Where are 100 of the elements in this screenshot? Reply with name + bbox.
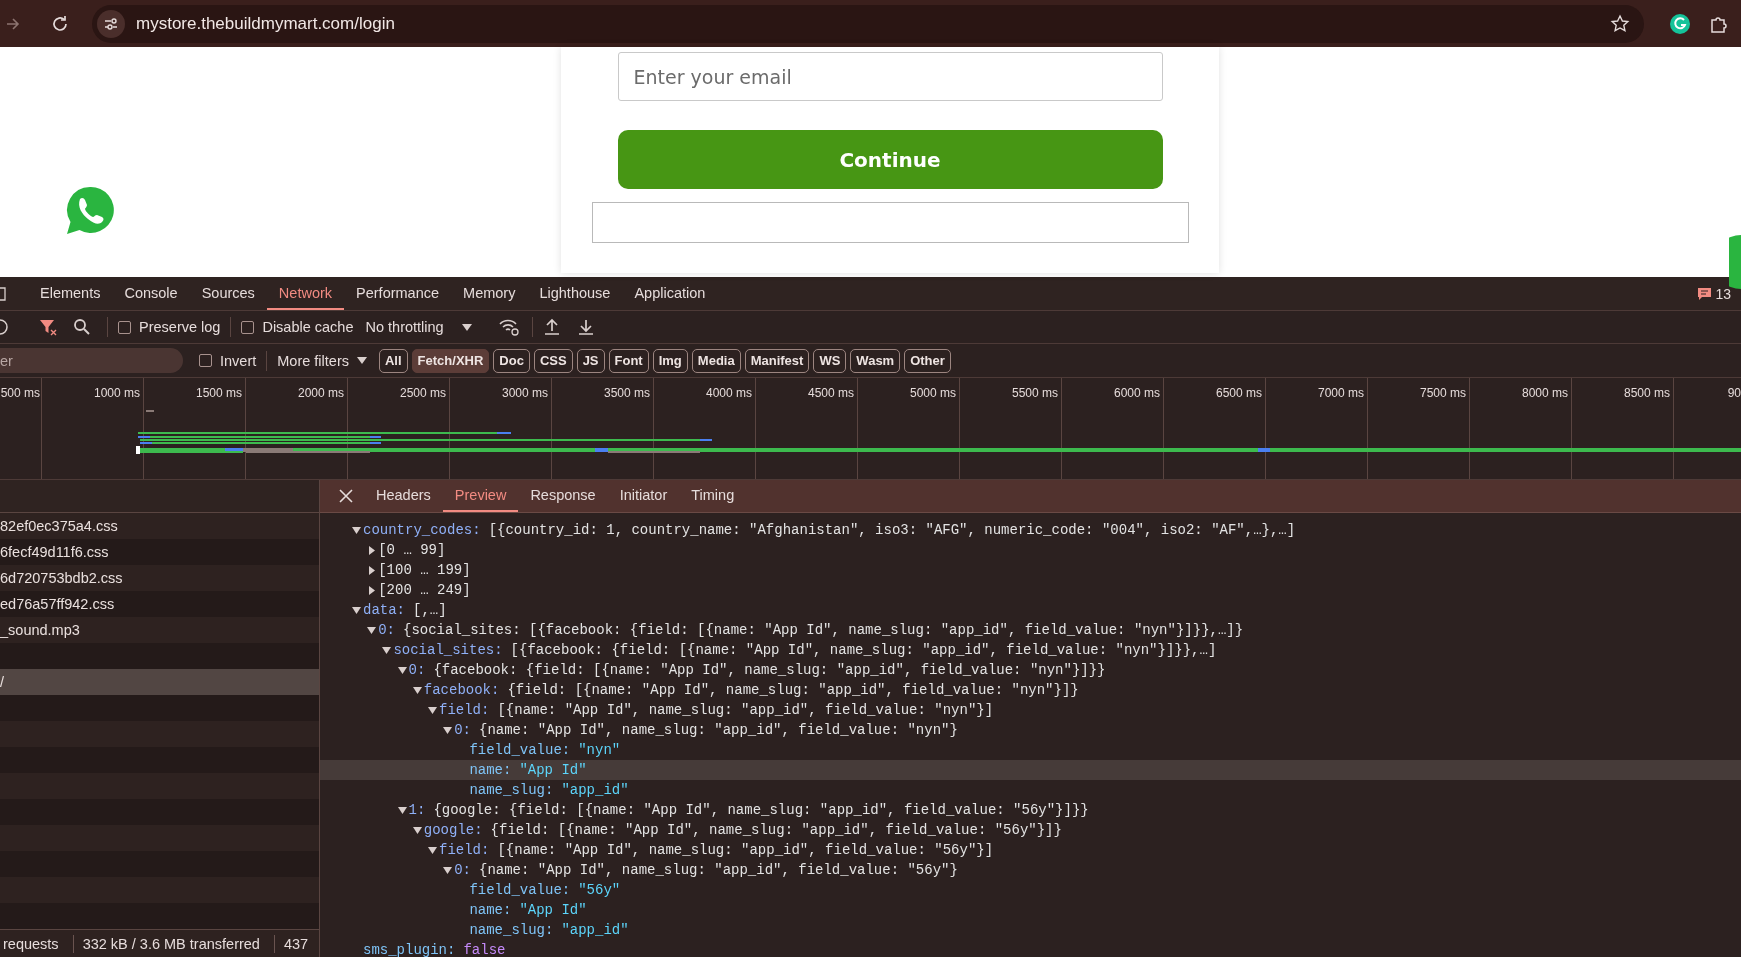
expanded-arrow-icon[interactable] <box>427 705 439 715</box>
tree-row[interactable]: name_slug: "app_id" <box>320 920 1741 940</box>
expanded-arrow-icon[interactable] <box>366 625 379 635</box>
panel-tab[interactable]: Sources <box>189 277 267 310</box>
detail-tab[interactable]: Initiator <box>607 480 680 512</box>
preserve-log-checkbox-label[interactable]: Preserve log <box>139 319 221 335</box>
tree-row[interactable]: 0: {name: "App Id", name_slug: "app_id", field_value: "56y"} <box>320 860 1741 880</box>
panel-tab[interactable]: Elements <box>28 277 113 310</box>
filter-icon[interactable] <box>39 318 57 336</box>
expanded-arrow-icon[interactable] <box>411 685 424 695</box>
checkbox[interactable] <box>241 320 255 334</box>
tree-row[interactable]: 1: {google: {field: [{name: "App Id", name_slug: "app_id", field_value: "56y"}]}} <box>320 800 1741 820</box>
download-icon[interactable] <box>576 318 595 336</box>
tree-row[interactable]: field_value: "nyn" <box>320 740 1741 760</box>
detail-tab[interactable]: Response <box>518 480 608 512</box>
tree-row[interactable]: name: "App Id" <box>320 760 1741 780</box>
type-filter-chip[interactable]: All <box>379 348 408 373</box>
range-label: [0 … 99] <box>378 542 446 558</box>
tree-row[interactable]: name: "App Id" <box>320 900 1741 920</box>
property-key: 0: <box>378 622 395 638</box>
tick-label: 90 <box>1727 386 1741 400</box>
close-icon[interactable] <box>339 489 353 503</box>
expanded-arrow-icon[interactable] <box>411 825 424 835</box>
more-filters-dropdown[interactable]: More filters <box>277 352 367 369</box>
expanded-arrow-icon[interactable] <box>381 645 394 655</box>
tree-row[interactable]: field: [{name: "App Id", name_slug: "app_id", field_value: "56y"}] <box>320 840 1741 860</box>
type-filter-chip[interactable]: Media <box>691 348 741 373</box>
disable-cache-checkbox-label[interactable]: Disable cache <box>262 319 354 335</box>
filter-field[interactable]: er <box>0 348 183 373</box>
tick-label: 5000 ms <box>909 386 956 400</box>
expanded-arrow-icon[interactable] <box>351 525 363 535</box>
type-filter-chip[interactable]: Other <box>904 348 951 373</box>
request-row[interactable]: _sound.mp3 <box>0 617 319 643</box>
detail-tab[interactable]: Preview <box>442 480 519 512</box>
type-filter-chip[interactable]: Doc <box>493 348 530 373</box>
email-field[interactable]: Enter your email <box>617 52 1163 101</box>
detail-tab[interactable]: Timing <box>679 480 747 512</box>
throttling-dropdown[interactable]: No throttling <box>365 319 472 335</box>
detail-tab[interactable]: Headers <box>364 480 443 512</box>
tree-row[interactable]: [0 … 99] <box>320 540 1741 560</box>
tree-row[interactable]: facebook: {field: [{name: "App Id", name_slug: "app_id", field_value: "nyn"}]} <box>320 680 1741 700</box>
tree-row[interactable]: country_codes: [{country_id: 1, country_name: "Afghanistan", iso3: "AFG", numeric_code: "004", iso2: "AF",…},…] <box>320 520 1741 540</box>
tree-row[interactable]: 0: {name: "App Id", name_slug: "app_id", field_value: "nyn"} <box>320 720 1741 740</box>
request-row[interactable]: ed76a57ff942.css <box>0 591 319 617</box>
expanded-arrow-icon[interactable] <box>442 865 455 875</box>
panel-tab[interactable]: Memory <box>451 277 528 310</box>
expanded-arrow-icon[interactable] <box>442 725 455 735</box>
request-row[interactable]: 6d720753bdb2.css <box>0 565 319 591</box>
panel-tab[interactable]: Lighthouse <box>527 277 623 310</box>
panel-tab[interactable]: Application <box>622 277 718 310</box>
property-key: field: <box>439 702 490 718</box>
reload-icon[interactable] <box>50 13 70 34</box>
network-conditions-icon[interactable] <box>497 318 520 336</box>
tree-row[interactable]: sms_plugin: false <box>320 940 1741 957</box>
message-icon[interactable] <box>1698 287 1712 300</box>
panel-tab[interactable]: Performance <box>344 277 452 310</box>
property-key: facebook: <box>423 682 500 698</box>
type-filter-chip[interactable]: WS <box>813 348 847 373</box>
tree-row[interactable]: [200 … 249] <box>320 580 1741 600</box>
tree-row[interactable]: [100 … 199] <box>320 560 1741 580</box>
request-row[interactable]: 82ef0ec375a4.css <box>0 513 319 539</box>
type-filter-chip[interactable]: JS <box>576 348 605 373</box>
checkbox[interactable] <box>199 354 212 367</box>
tree-row[interactable]: data: [,…] <box>320 600 1741 620</box>
upload-icon[interactable] <box>542 318 561 336</box>
site-info-icon[interactable] <box>97 9 125 38</box>
issues-count[interactable]: 13 <box>1715 285 1731 302</box>
type-filter-chip[interactable]: Fetch/XHR <box>411 348 490 373</box>
expanded-arrow-icon[interactable] <box>396 805 409 815</box>
tree-row[interactable]: 0: {facebook: {field: [{name: "App Id", name_slug: "app_id", field_value: "nyn"}]}} <box>320 660 1741 680</box>
type-filter-chip[interactable]: Manifest <box>744 348 810 373</box>
tick-label: 4000 ms <box>705 386 752 400</box>
expanded-arrow-icon[interactable] <box>427 845 439 855</box>
tick-label: 6000 ms <box>1113 386 1160 400</box>
clear-icon[interactable] <box>0 319 8 335</box>
expanded-arrow-icon[interactable] <box>396 665 409 675</box>
property-value: [,…] <box>413 602 447 618</box>
checkbox[interactable] <box>118 320 131 334</box>
type-filter-chip[interactable]: Font <box>608 348 649 373</box>
panel-tab[interactable]: Console <box>112 277 190 310</box>
request-row[interactable]: / <box>0 669 319 695</box>
continue-button[interactable]: Continue <box>617 130 1163 189</box>
search-icon[interactable] <box>73 318 91 336</box>
url-text[interactable]: mystore.thebuildmymart.com/login <box>136 13 395 34</box>
type-filter-chip[interactable]: Wasm <box>850 348 901 373</box>
tree-row[interactable]: field: [{name: "App Id", name_slug: "app_id", field_value: "nyn"}] <box>320 700 1741 720</box>
property-value: [{name: "App Id", name_slug: "app_id", field_value: "nyn"}] <box>497 702 994 718</box>
type-filter-chip[interactable]: Img <box>652 348 688 373</box>
grammar-extension-icon[interactable] <box>1669 12 1691 35</box>
tree-row[interactable]: social_sites: [{facebook: {field: [{name: "App Id", name_slug: "app_id", field_value: "nyn"}]}},…] <box>320 640 1741 660</box>
expanded-arrow-icon[interactable] <box>351 605 363 615</box>
type-filter-chip[interactable]: CSS <box>533 348 573 373</box>
tree-row[interactable]: 0: {social_sites: [{facebook: {field: [{name: "App Id", name_slug: "app_id", field_value: "nyn"}]}},…]} <box>320 620 1741 640</box>
star-icon[interactable] <box>1610 13 1630 34</box>
panel-icon[interactable] <box>0 286 6 301</box>
tree-row[interactable]: field_value: "56y" <box>320 880 1741 900</box>
invert-checkbox-label[interactable]: Invert <box>220 352 257 369</box>
tree-row[interactable]: name_slug: "app_id" <box>320 780 1741 800</box>
request-row[interactable]: 6fecf49d11f6.css <box>0 539 319 565</box>
tree-row[interactable]: google: {field: [{name: "App Id", name_slug: "app_id", field_value: "56y"}]} <box>320 820 1741 840</box>
